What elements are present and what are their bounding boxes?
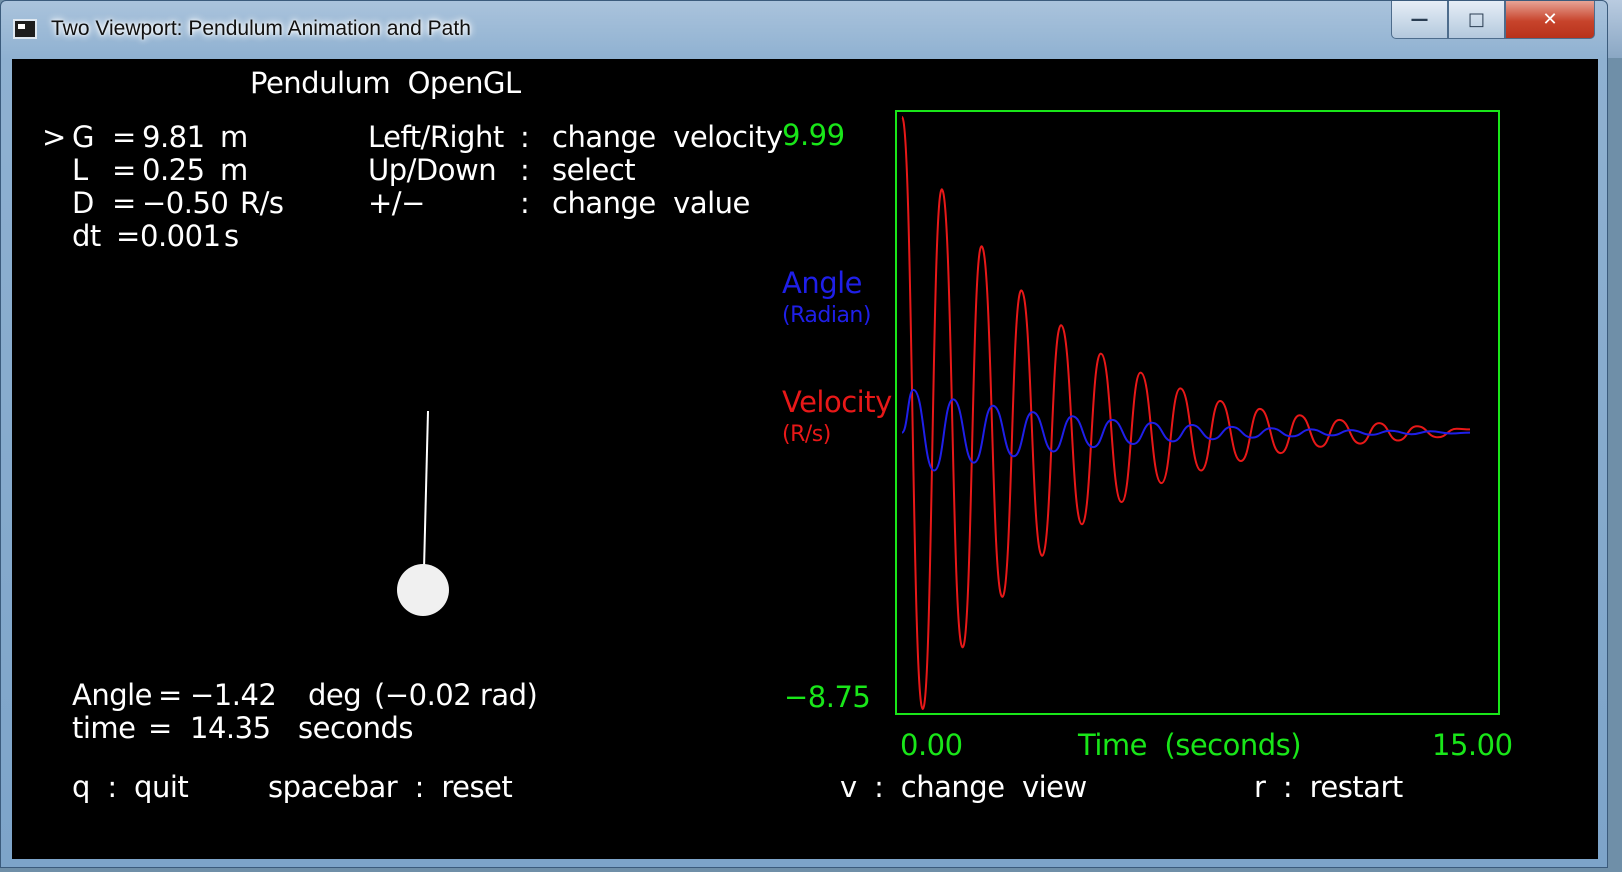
x-max-label: 15.00 xyxy=(1432,728,1513,762)
graph-plot xyxy=(895,110,1500,715)
maximize-button[interactable]: □ xyxy=(1448,1,1505,39)
window-title: Two Viewport: Pendulum Animation and Pat… xyxy=(51,17,471,40)
app-icon[interactable] xyxy=(13,19,37,39)
change-view-hint: v : change view xyxy=(840,770,1087,804)
window-controls: — □ ✕ xyxy=(1391,1,1595,39)
graph-frame xyxy=(895,110,1500,715)
restart-hint: r : restart xyxy=(1254,770,1403,804)
opengl-canvas[interactable]: Pendulum OpenGL > G = 9.81 m L = 0.25 m … xyxy=(12,59,1598,859)
x-min-label: 0.00 xyxy=(900,728,963,762)
x-axis-title: Time (seconds) xyxy=(1078,728,1302,762)
app-window: Two Viewport: Pendulum Animation and Pat… xyxy=(0,0,1608,868)
close-button[interactable]: ✕ xyxy=(1505,1,1595,39)
minimize-button[interactable]: — xyxy=(1391,1,1448,39)
